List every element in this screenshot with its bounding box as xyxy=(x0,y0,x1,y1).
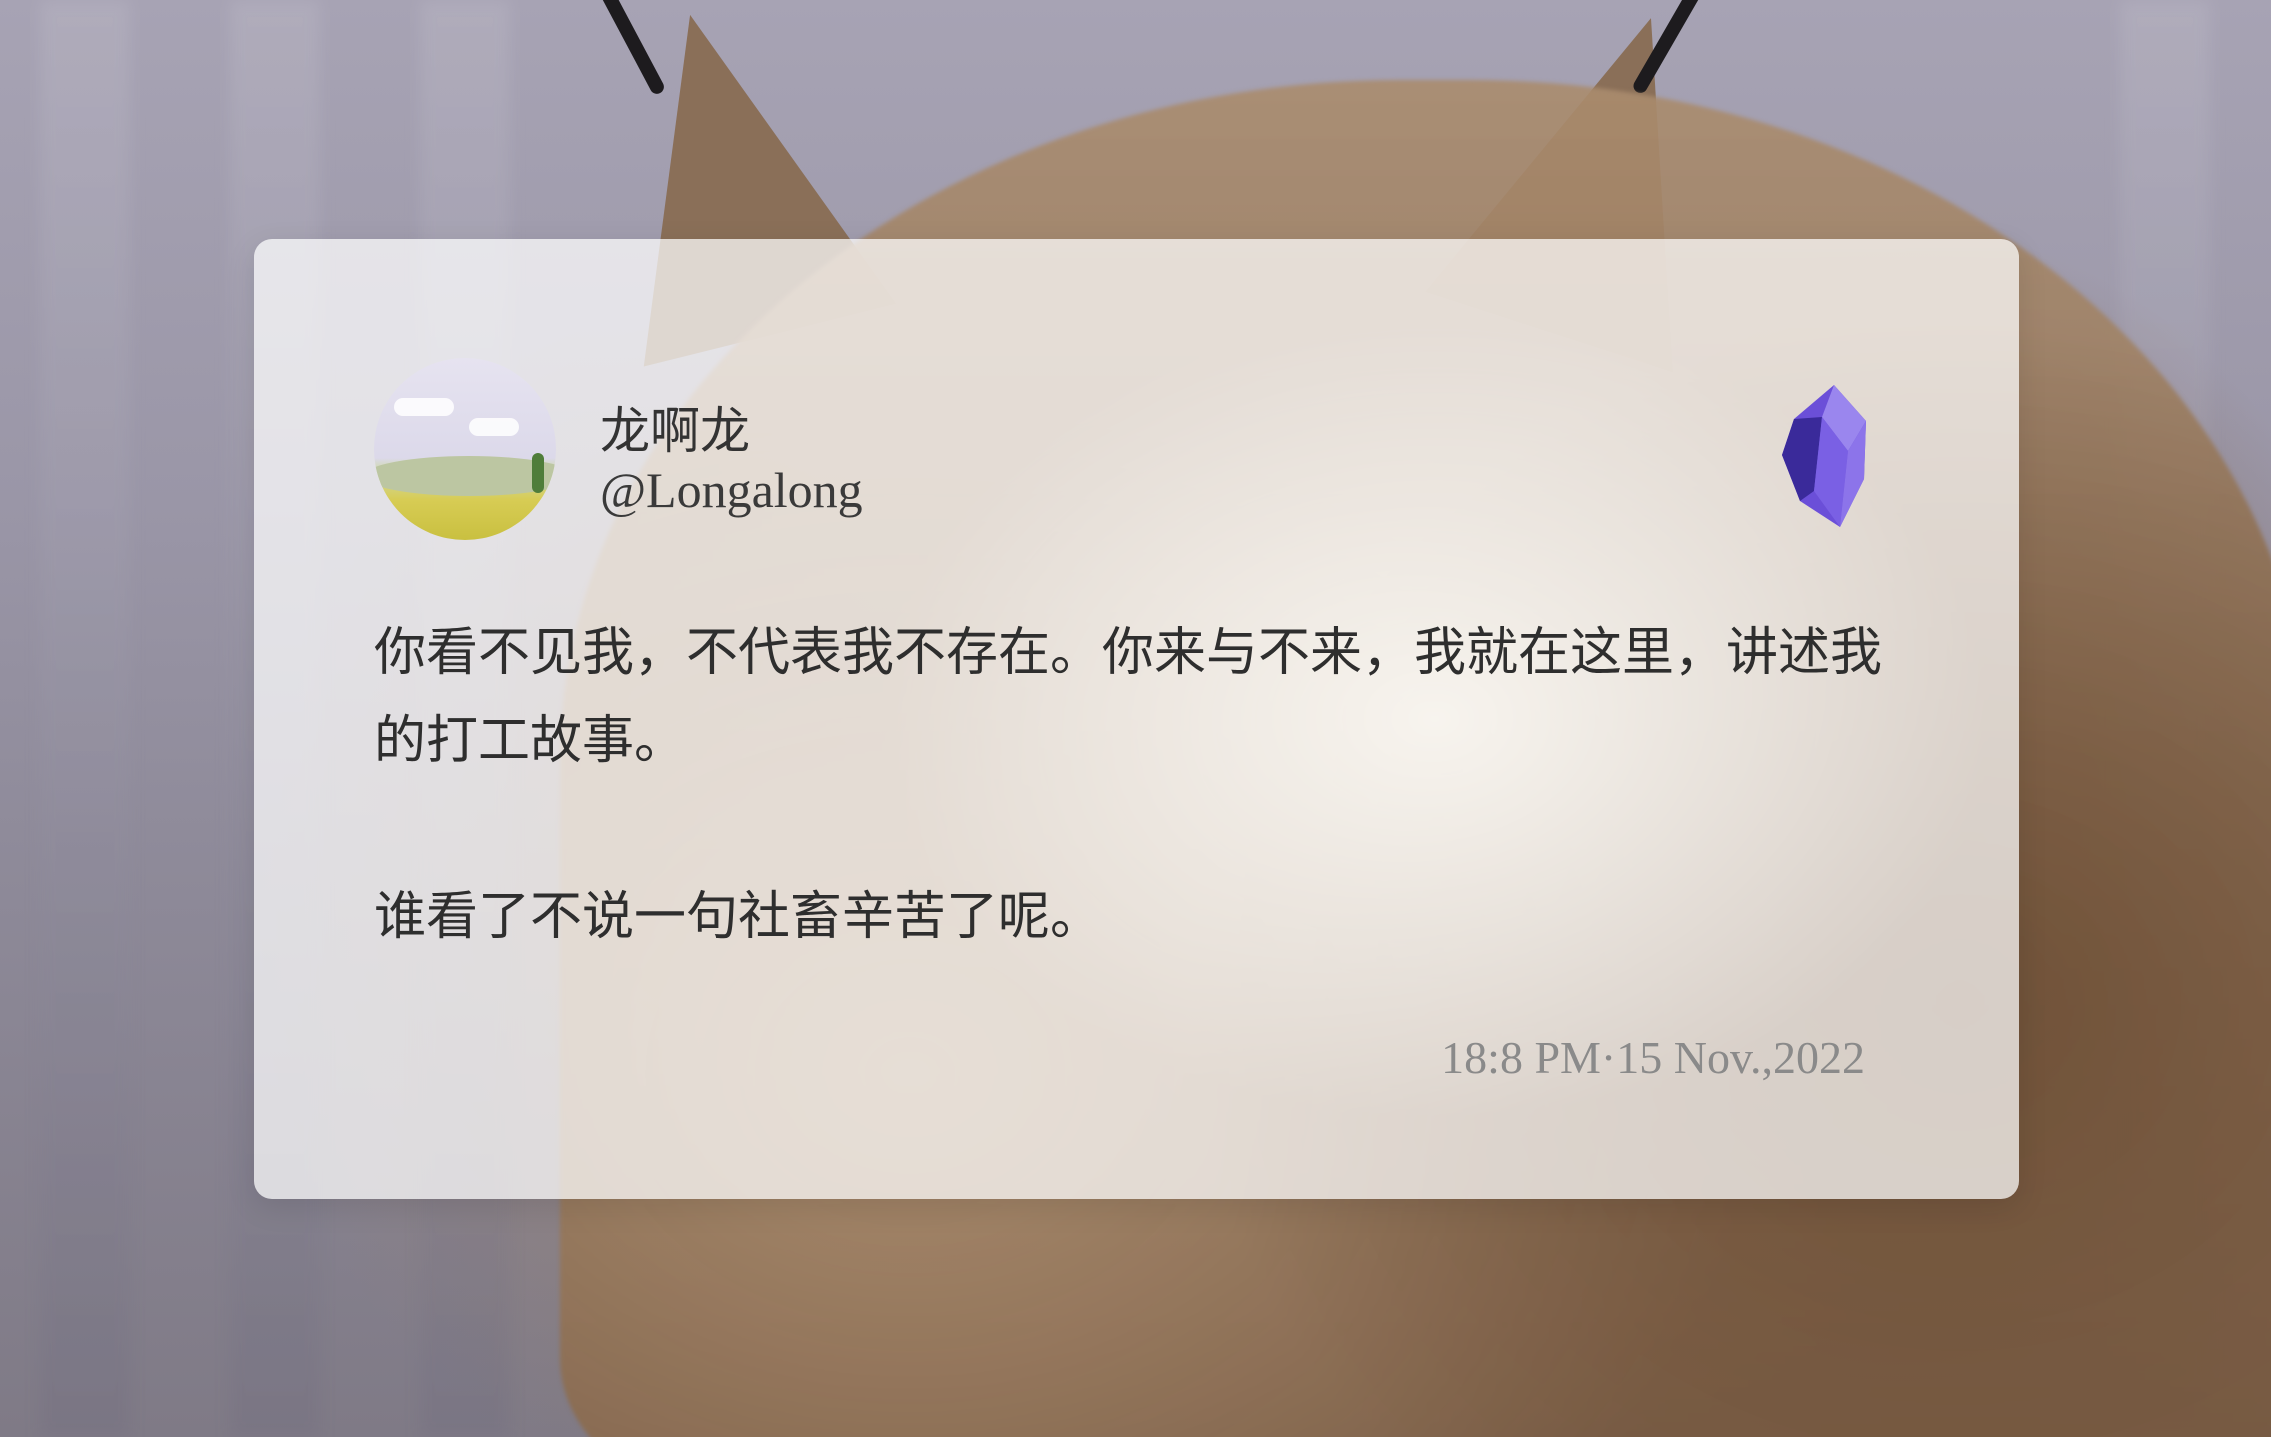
post-paragraph: 谁看了不说一句社畜辛苦了呢。 xyxy=(374,887,1103,947)
background-blur-streak xyxy=(40,0,130,1437)
avatar-hill xyxy=(374,456,556,496)
post-body: 你看不见我，不代表我不存在。你来与不来，我就在这里，讲述我的打工故事。 谁看了不… xyxy=(374,609,1894,961)
avatar-cloud xyxy=(469,418,519,436)
background-photo: 龙啊龙 @Longalong 你看不见我，不代表我不存在。你来与不来，我就在这里… xyxy=(0,0,2271,1437)
post-paragraph: 你看不见我，不代表我不存在。你来与不来，我就在这里，讲述我的打工故事。 xyxy=(374,623,1883,771)
avatar-cloud xyxy=(394,398,454,416)
avatar-tree xyxy=(532,453,544,493)
post-card: 龙啊龙 @Longalong 你看不见我，不代表我不存在。你来与不来，我就在这里… xyxy=(254,239,2019,1199)
user-handle[interactable]: @Longalong xyxy=(600,461,863,519)
post-timestamp: 18:8 PM·15 Nov.,2022 xyxy=(1441,1032,1865,1083)
landscape-avatar-icon[interactable] xyxy=(374,358,556,540)
display-name[interactable]: 龙啊龙 xyxy=(600,391,750,463)
obsidian-crystal-icon xyxy=(1782,385,1866,527)
